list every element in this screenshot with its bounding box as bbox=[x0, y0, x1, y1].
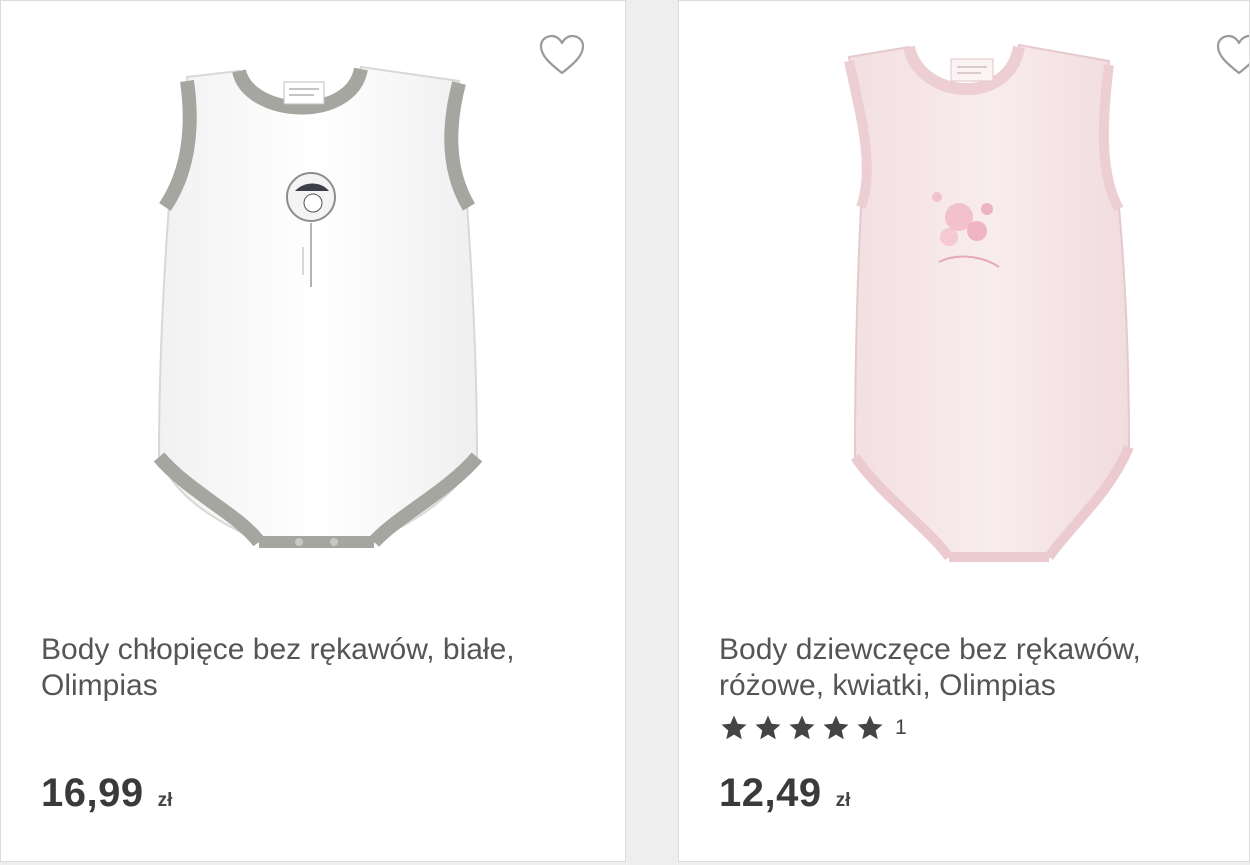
price-currency: zł bbox=[157, 790, 173, 811]
product-image[interactable] bbox=[809, 37, 1239, 597]
heart-outline-icon bbox=[539, 34, 585, 75]
product-price: 16,99 zł bbox=[41, 771, 172, 816]
white-bodysuit-image bbox=[153, 65, 483, 548]
product-card[interactable]: Body chłopięce bez rękawów, białe, Olimp… bbox=[0, 0, 626, 862]
rating-count: 1 bbox=[895, 716, 907, 739]
pink-bodysuit-image bbox=[844, 43, 1134, 562]
add-to-favorites-button[interactable] bbox=[538, 33, 586, 77]
rating-stars bbox=[719, 713, 885, 743]
star-icon bbox=[823, 715, 849, 740]
product-card[interactable]: Body dziewczęce bez rękawów, różowe, kwi… bbox=[678, 0, 1250, 862]
product-price: 12,49 zł bbox=[719, 771, 850, 816]
star-icon bbox=[857, 715, 883, 740]
product-image[interactable] bbox=[99, 37, 529, 597]
product-title-link[interactable]: Body dziewczęce bez rękawów, różowe, kwi… bbox=[719, 633, 1141, 702]
star-icon bbox=[721, 715, 747, 740]
star-icon bbox=[755, 715, 781, 740]
star-icon bbox=[789, 715, 815, 740]
product-rating[interactable]: 1 bbox=[719, 713, 907, 743]
price-value: 16,99 bbox=[41, 771, 144, 815]
price-value: 12,49 bbox=[719, 771, 822, 815]
product-title-link[interactable]: Body chłopięce bez rękawów, białe, Olimp… bbox=[41, 633, 515, 702]
price-currency: zł bbox=[835, 790, 851, 811]
